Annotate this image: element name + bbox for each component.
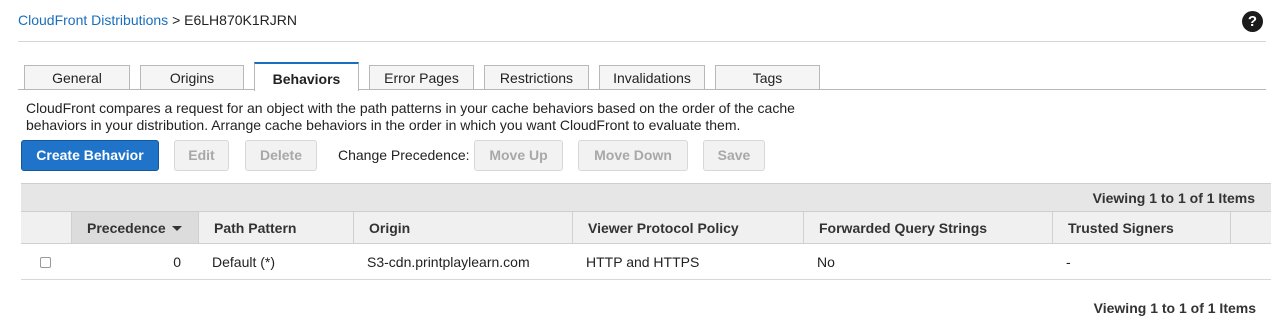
tab-invalidations[interactable]: Invalidations xyxy=(599,65,705,90)
header-path-pattern[interactable]: Path Pattern xyxy=(198,212,353,243)
delete-button[interactable]: Delete xyxy=(245,140,317,171)
header-divider xyxy=(18,41,1266,42)
cell-origin: S3-cdn.printplaylearn.com xyxy=(367,254,530,270)
header-trusted-signers[interactable]: Trusted Signers xyxy=(1052,212,1230,243)
breadcrumb-current: E6LH870K1RJRN xyxy=(184,12,297,28)
tab-tags[interactable]: Tags xyxy=(715,65,820,90)
description-line-1: CloudFront compares a request for an obj… xyxy=(26,100,795,116)
viewing-count: Viewing 1 to 1 of 1 Items xyxy=(21,183,1271,212)
table-header-row: Precedence Path Pattern Origin Viewer Pr… xyxy=(21,212,1271,244)
question-circle-icon[interactable]: ? xyxy=(1242,11,1263,32)
behaviors-description: CloudFront compares a request for an obj… xyxy=(26,100,846,134)
save-button[interactable]: Save xyxy=(703,140,765,171)
table-row[interactable]: 0 Default (*) S3-cdn.printplaylearn.com … xyxy=(21,244,1271,280)
create-behavior-button[interactable]: Create Behavior xyxy=(21,140,159,171)
header-spacer xyxy=(1230,212,1271,243)
header-viewer-protocol-policy[interactable]: Viewer Protocol Policy xyxy=(572,212,803,243)
move-up-button[interactable]: Move Up xyxy=(474,140,563,171)
cell-viewer-protocol-policy: HTTP and HTTPS xyxy=(586,254,700,270)
description-line-2: behaviors in your distribution. Arrange … xyxy=(26,117,741,133)
behaviors-table: Viewing 1 to 1 of 1 Items Precedence Pat… xyxy=(21,183,1271,280)
tab-general[interactable]: General xyxy=(24,65,130,90)
change-precedence-label: Change Precedence: xyxy=(338,147,470,163)
tabs-divider xyxy=(18,89,1266,90)
row-checkbox[interactable] xyxy=(40,257,51,268)
edit-button[interactable]: Edit xyxy=(174,140,229,171)
header-forwarded-query-strings[interactable]: Forwarded Query Strings xyxy=(803,212,1052,243)
header-precedence-label: Precedence xyxy=(87,220,166,236)
header-origin[interactable]: Origin xyxy=(353,212,572,243)
header-select xyxy=(21,212,71,243)
tab-origins[interactable]: Origins xyxy=(140,65,244,90)
footer-viewing-count: Viewing 1 to 1 of 1 Items xyxy=(1093,300,1256,316)
move-down-button[interactable]: Move Down xyxy=(578,140,688,171)
breadcrumb-link-distributions[interactable]: CloudFront Distributions xyxy=(18,12,168,28)
sort-down-icon xyxy=(172,226,182,231)
tab-error-pages[interactable]: Error Pages xyxy=(369,65,474,90)
tab-restrictions[interactable]: Restrictions xyxy=(484,65,589,90)
cell-path-pattern: Default (*) xyxy=(212,254,276,270)
breadcrumb: CloudFront Distributions > E6LH870K1RJRN xyxy=(18,12,297,28)
cell-precedence: 0 xyxy=(173,254,181,270)
tab-behaviors[interactable]: Behaviors xyxy=(254,62,359,91)
header-precedence[interactable]: Precedence xyxy=(71,212,198,243)
cell-trusted-signers: - xyxy=(1066,254,1071,270)
cell-forwarded-query-strings: No xyxy=(817,254,835,270)
breadcrumb-separator: > xyxy=(172,12,181,28)
